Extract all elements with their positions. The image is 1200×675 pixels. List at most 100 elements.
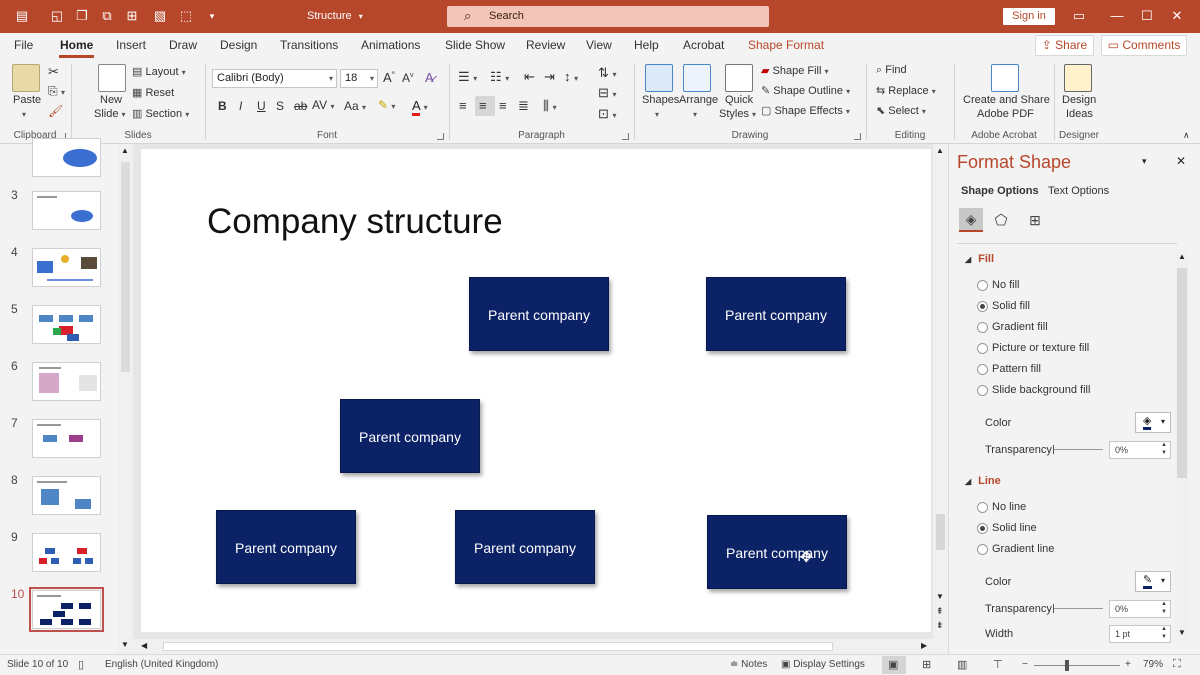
radio-slide-background-fill[interactable] [977,385,988,396]
line-spacing-icon[interactable]: ↕ ▾ [564,69,578,84]
smartart-icon[interactable]: ⊡ ▾ [598,106,617,122]
grid-icon[interactable]: ⊞ [124,8,140,24]
zoom-slider[interactable] [1034,665,1120,666]
change-case-icon[interactable]: Aa ▾ [344,99,366,113]
undo-icon[interactable]: ◱ [49,8,65,24]
scroll-down-icon[interactable]: ▼ [121,640,129,649]
slide-canvas[interactable]: Company structure Parent company Parent … [141,149,931,632]
paragraph-launcher-icon[interactable] [622,133,629,140]
shape-outline-button[interactable]: ✎ Shape Outline ▾ [761,84,850,97]
slideshow-icon[interactable]: ⊤ [993,658,1003,671]
create-share-pdf-button-line2[interactable]: Adobe PDF [977,108,1034,120]
replace-button[interactable]: ⇆ Replace ▾ [876,84,936,97]
line-section-header[interactable]: ◢ Line [965,475,1001,487]
tab-review[interactable]: Review [526,38,565,52]
radio-solid-fill[interactable] [977,301,988,312]
create-pdf-icon[interactable] [991,64,1019,92]
copy-shape-icon[interactable]: ❐ [74,8,90,24]
tab-view[interactable]: View [586,38,612,52]
zoom-in-icon[interactable]: + [1125,659,1131,670]
fill-line-icon[interactable]: ◈ [959,208,983,232]
org-box[interactable]: Parent company [469,277,609,351]
slide-thumbnail[interactable] [32,419,101,458]
align-right-icon[interactable]: ≡ [499,98,507,113]
group-icon[interactable]: ⧉ [99,8,115,24]
tab-slide-show[interactable]: Slide Show [445,38,505,52]
tab-acrobat[interactable]: Acrobat [683,38,724,52]
bold-icon[interactable]: B [218,99,227,113]
share-button[interactable]: ⇪ Share [1035,35,1094,56]
radio-pattern-fill[interactable] [977,364,988,375]
slide-thumbnail[interactable] [32,305,101,344]
justify-icon[interactable]: ≣ [518,98,529,114]
character-spacing-icon[interactable]: AV ▾ [312,98,334,112]
thumbnails-scrollbar[interactable]: ▲ ▼ [118,144,133,654]
arrange-button[interactable]: Arrange [679,94,718,106]
slide-sorter-icon[interactable]: ⊞ [922,658,931,671]
create-share-pdf-button[interactable]: Create and Share [963,94,1050,106]
scroll-up-icon[interactable]: ▲ [121,146,129,155]
paste-button[interactable]: Paste [13,94,41,106]
fill-transparency-input[interactable]: 0% ▲ ▼ [1109,441,1171,459]
pane-scrollbar[interactable]: ▲ [1175,250,1189,640]
design-ideas-button-line2[interactable]: Ideas [1066,108,1093,120]
slide-thumbnail[interactable] [32,362,101,401]
decrease-indent-icon[interactable]: ⇤ [524,69,535,85]
slide-horizontal-scrollbar[interactable]: ◀ ▶ [133,639,933,654]
spelling-icon[interactable]: ▯ [78,658,84,671]
ribbon-display-icon[interactable]: ▭ [1071,8,1087,24]
shapes-dropdown-icon[interactable]: ▾ [655,108,659,120]
display-settings-button[interactable]: ▣ Display Settings [781,659,865,670]
scroll-thumb[interactable] [1177,268,1187,478]
align-text-icon[interactable]: ⊟ ▾ [598,85,617,101]
decrease-font-icon[interactable]: Av [402,71,414,85]
org-box[interactable]: Parent company [455,510,595,584]
slide-thumbnail[interactable] [32,248,101,287]
zoom-level[interactable]: 79% [1143,659,1163,670]
slide-thumbnail[interactable] [32,476,101,515]
arrange-dropdown-icon[interactable]: ▾ [693,108,697,120]
paste-icon[interactable] [12,64,40,92]
align-center-icon[interactable]: ≡ [479,98,487,113]
next-slide-icon[interactable]: ⇟ [936,620,944,631]
org-box[interactable]: Parent company [340,399,480,473]
line-color-picker[interactable]: ✎ ▾ [1135,571,1171,592]
quick-styles-icon[interactable] [725,64,753,92]
font-size-combo[interactable]: 18 ▾ [340,69,378,88]
shape-fill-button[interactable]: ▰ Shape Fill ▾ [761,64,829,77]
scroll-right-icon[interactable]: ▶ [921,641,927,650]
tab-insert[interactable]: Insert [116,38,146,52]
line-transparency-input[interactable]: 0% ▲ ▼ [1109,600,1171,618]
scroll-thumb[interactable] [936,514,945,550]
pane-options-icon[interactable]: ▾ [1142,156,1147,167]
shape-options-tab[interactable]: Shape Options [961,185,1039,197]
scroll-down-icon[interactable]: ▼ [1178,628,1186,637]
reset-button[interactable]: ▦ Reset [132,86,174,99]
previous-slide-icon[interactable]: ⇞ [936,606,944,617]
find-button[interactable]: ⌕ Find [876,64,907,77]
new-slide-button[interactable]: New [100,94,122,106]
cut-icon[interactable]: ✂ [48,64,59,80]
radio-no-line[interactable] [977,502,988,513]
fill-section-header[interactable]: ◢ Fill [965,253,994,265]
radio-gradient-fill[interactable] [977,322,988,333]
zoom-slider-thumb[interactable] [1065,660,1069,671]
size-properties-icon[interactable]: ⊞ [1023,208,1047,232]
shapes-button[interactable]: Shapes [642,94,679,106]
shadow-icon[interactable]: S [276,99,284,113]
italic-icon[interactable]: I [239,99,242,113]
slide-thumbnail-partial[interactable] [32,138,101,177]
scroll-left-icon[interactable]: ◀ [141,641,147,650]
pane-close-icon[interactable]: ✕ [1176,154,1186,168]
design-ideas-icon[interactable] [1064,64,1092,92]
tab-draw[interactable]: Draw [169,38,197,52]
radio-gradient-line[interactable] [977,544,988,555]
slide-thumbnail[interactable] [32,533,101,572]
increase-font-icon[interactable]: A^ [383,70,395,85]
scroll-up-icon[interactable]: ▲ [1178,252,1186,261]
search-box[interactable]: ⌕ Search [447,6,769,27]
tab-shape-format[interactable]: Shape Format [748,38,824,52]
normal-view-icon[interactable]: ▣ [888,658,898,671]
tab-file[interactable]: File [14,38,33,52]
tab-home[interactable]: Home [60,38,93,52]
